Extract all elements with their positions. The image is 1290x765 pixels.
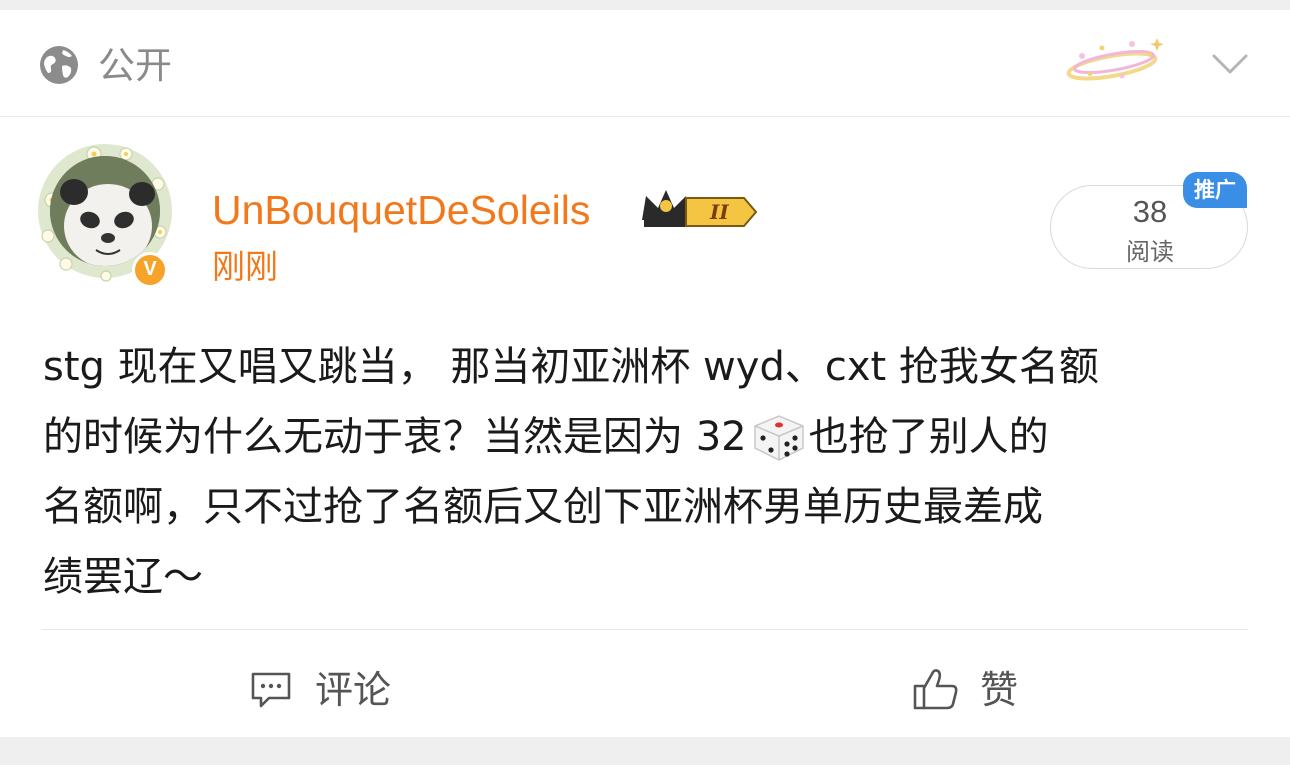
comment-label: 评论 [315, 668, 392, 712]
crown-level-badge-icon[interactable]: II [640, 184, 760, 234]
like-label: 赞 [980, 668, 1019, 712]
author-name[interactable]: UnBouquetDeSoleils [212, 184, 590, 236]
post-text-segment: 的时候为什么无动于衷？当然是因为 32 [43, 414, 747, 460]
like-button[interactable]: 赞 [908, 660, 1038, 720]
verified-badge: V [132, 252, 168, 288]
chevron-down-icon[interactable] [1210, 48, 1250, 78]
post-card: 公开 V UnBouquetDeSoleils II 刚刚 38 阅读 推广 s… [0, 10, 1290, 737]
post-body: stg 现在又唱又跳当， 那当初亚洲杯 wyd、cxt 抢我女名额 的时候为什么… [43, 332, 1253, 602]
read-label: 阅读 [1126, 238, 1174, 266]
visibility-label: 公开 [98, 44, 172, 87]
top-background-band [0, 0, 1290, 10]
post-text-line: 名额啊，只不过抢了名额后又创下亚洲杯男单历史最差成 [43, 484, 1043, 530]
dice-icon [753, 415, 804, 461]
comment-button[interactable]: 评论 [245, 660, 415, 720]
svg-text:II: II [709, 200, 729, 224]
panda-photo [50, 156, 160, 266]
thumbs-up-icon [913, 669, 958, 710]
post-text-line: 的时候为什么无动于衷？当然是因为 32 也抢了别人的 [43, 402, 1253, 472]
post-text-line: 绩罢辽～ [43, 554, 203, 600]
post-text-line: stg 现在又唱又跳当， 那当初亚洲杯 wyd、cxt 抢我女名额 [43, 344, 1099, 390]
post-text-segment: 也抢了别人的 [808, 414, 1049, 460]
globe-icon [40, 46, 78, 84]
avatar[interactable]: V [36, 140, 174, 288]
post-timestamp: 刚刚 [212, 247, 278, 286]
promote-badge[interactable]: 推广 [1183, 172, 1247, 208]
action-divider [42, 629, 1248, 630]
sparkle-decoration-icon [1066, 38, 1164, 81]
visibility-bar[interactable]: 公开 [0, 10, 1290, 117]
bottom-background-band [0, 737, 1290, 765]
comment-icon [251, 672, 291, 708]
